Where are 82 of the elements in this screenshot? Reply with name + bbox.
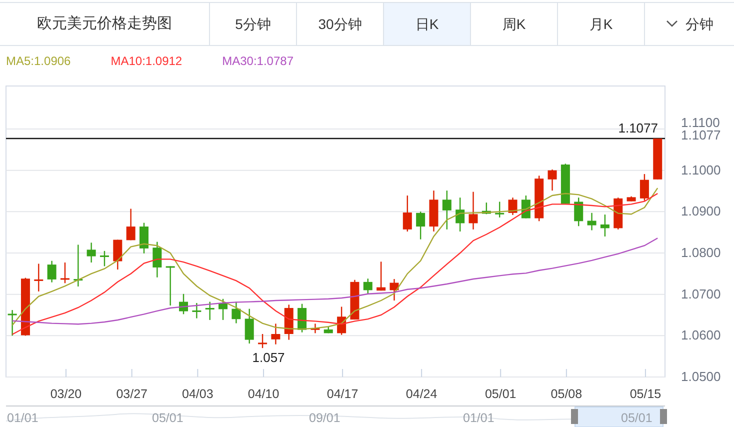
candlestick [429, 190, 438, 232]
candlestick [468, 192, 478, 230]
x-axis-label: 04/17 [326, 387, 358, 401]
candlestick [350, 280, 360, 320]
y-axis-label: 1.1100 [681, 115, 720, 130]
candlestick [34, 264, 44, 292]
candlestick [534, 176, 544, 222]
candlestick [363, 278, 372, 294]
y-axis-label: 1.0900 [681, 204, 721, 219]
low-price-label: 1.057 [252, 350, 285, 366]
candlestick [626, 196, 636, 202]
candlestick [232, 302, 241, 324]
candlestick [324, 326, 333, 334]
x-axis-label: 05/08 [550, 387, 582, 401]
candlestick [20, 278, 30, 336]
candlestick [86, 242, 96, 262]
candlestick [442, 190, 452, 230]
candlestick [560, 164, 570, 204]
x-axis-label: 03/20 [50, 387, 82, 401]
candlestick [456, 198, 465, 232]
candlestick [113, 240, 122, 270]
navigator-label: 05/01 [621, 411, 652, 425]
navigator-label: 09/01 [309, 411, 340, 425]
navigator-label: 05/01 [152, 411, 184, 425]
candlestick [179, 294, 188, 314]
candlestick [218, 298, 228, 320]
interval-dropdown[interactable]: 分钟 [645, 3, 734, 45]
candlestick [614, 198, 623, 230]
chevron-down-icon [666, 20, 678, 28]
candlestick [416, 212, 426, 240]
candlestick [47, 260, 56, 282]
candlestick [298, 304, 307, 332]
candlestick [126, 208, 136, 240]
candlestick [390, 279, 399, 301]
candlestick [244, 308, 254, 344]
y-axis-label: 1.0500 [681, 369, 721, 384]
candlestick [192, 303, 202, 318]
x-axis-label: 04/10 [248, 387, 280, 401]
x-axis-label: 05/15 [630, 387, 662, 401]
moving-average-legend: MA5:1.0906 [6, 52, 71, 70]
chart-title: 欧元美元价格走势图 [37, 14, 172, 34]
candlestick [140, 222, 148, 254]
candlestick [310, 324, 320, 334]
candlestick [74, 244, 83, 286]
candlestick [152, 242, 162, 278]
y-axis-label: 1.1000 [681, 162, 721, 178]
candlestick [166, 266, 175, 306]
y-axis-label: 1.0800 [681, 245, 721, 260]
candlestick [548, 170, 557, 191]
candlestick [587, 212, 596, 230]
candlestick [508, 198, 518, 215]
candlestick [574, 198, 584, 226]
candlestick [337, 306, 346, 335]
candlestick [640, 174, 649, 200]
y-axis-label: 1.0700 [681, 286, 721, 302]
range-handle[interactable] [660, 409, 667, 424]
candlestick [258, 334, 268, 348]
candlestick [653, 138, 662, 180]
candlestick [271, 324, 280, 344]
x-axis-label: 05/01 [484, 387, 516, 401]
price-axis-label: 1.1077 [681, 128, 721, 142]
y-axis-label: 1.0600 [681, 328, 721, 343]
moving-average-legend: MA30:1.0787 [222, 52, 294, 70]
candlestick [60, 262, 70, 284]
moving-average-legend: MA10:1.0912 [110, 52, 182, 70]
candlestick [482, 202, 491, 214]
candlestick [600, 214, 610, 236]
candlestick [205, 302, 214, 320]
candlestick [8, 310, 17, 336]
navigator-label: 01/01 [7, 411, 38, 425]
x-axis-label: 04/24 [406, 387, 438, 401]
interval-tab[interactable]: 日K [384, 3, 471, 45]
navigator-label: 01/01 [463, 411, 494, 425]
range-handle[interactable] [571, 409, 578, 424]
x-axis-label: 03/27 [116, 387, 148, 401]
candlestick [284, 304, 294, 340]
x-axis-label: 04/03 [182, 387, 214, 401]
candlestick [100, 250, 109, 266]
candlestick [376, 262, 386, 291]
candlestick [402, 196, 412, 232]
candlestick [495, 202, 504, 218]
price-label: 1.1077 [618, 120, 658, 136]
